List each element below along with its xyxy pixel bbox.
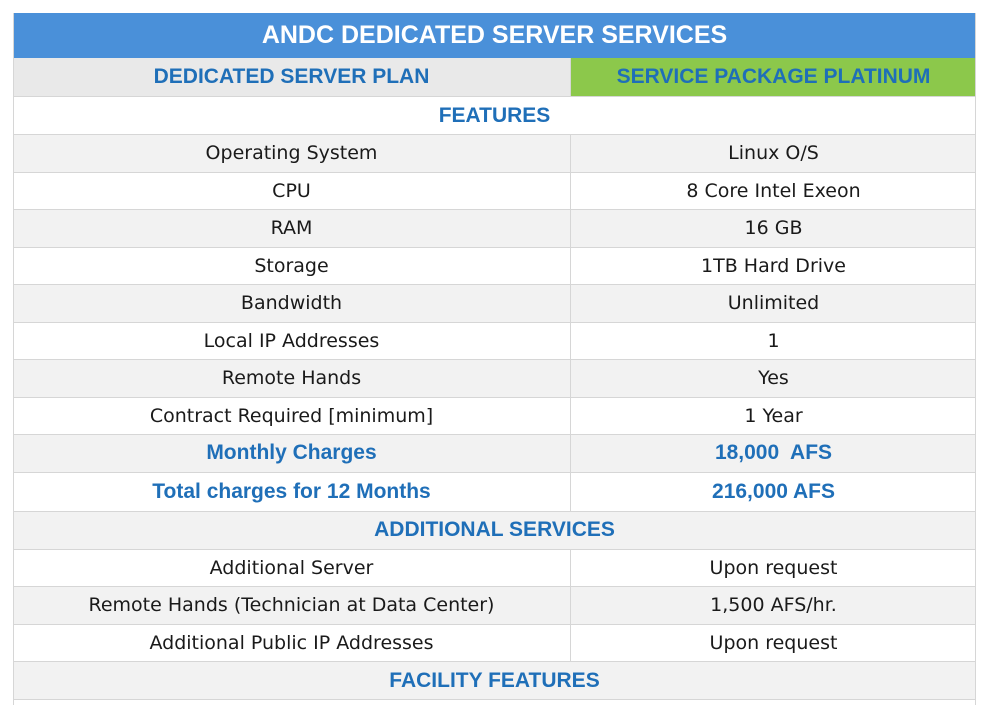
section-additional-services: ADDITIONAL SERVICES <box>13 511 976 550</box>
service-label: Additional Server <box>13 549 571 586</box>
table-row: Storage 1TB Hard Drive <box>13 247 976 285</box>
table-row: Additional Public IP Addresses Upon requ… <box>13 624 976 662</box>
service-value: 1,500 AFS/hr. <box>710 594 837 617</box>
charge-row-total: Total charges for 12 Months 216,000 AFS <box>13 472 976 512</box>
charge-row-monthly: Monthly Charges 18,000 AFS <box>13 435 976 473</box>
page-title: ANDC DEDICATED SERVER SERVICES <box>261 21 728 49</box>
section-title-facility-features: FACILITY FEATURES <box>389 668 600 692</box>
feature-label: RAM <box>13 210 571 247</box>
charge-value: 216,000 AFS <box>712 479 835 503</box>
feature-value: 16 GB <box>744 217 803 240</box>
feature-value: Linux O/S <box>728 142 819 165</box>
charge-label: Monthly Charges <box>13 435 571 472</box>
feature-label: Operating System <box>13 135 571 172</box>
table-row: Operating System Linux O/S <box>13 135 976 173</box>
feature-label: CPU <box>13 172 571 209</box>
table-row: Bandwidth Unlimited <box>13 285 976 323</box>
section-features: FEATURES <box>13 97 976 135</box>
feature-value: 1TB Hard Drive <box>701 254 846 277</box>
service-value: Upon request <box>709 556 838 579</box>
title-row: ANDC DEDICATED SERVER SERVICES <box>13 13 976 58</box>
feature-label: Local IP Addresses <box>13 322 571 359</box>
feature-label: Remote Hands <box>13 360 571 397</box>
pricing-table: ANDC DEDICATED SERVER SERVICES DEDICATED… <box>13 13 976 700</box>
feature-label: Storage <box>13 247 571 284</box>
section-title-additional-services: ADDITIONAL SERVICES <box>374 518 615 541</box>
table-row: RAM 16 GB <box>13 210 976 248</box>
feature-value: Unlimited <box>727 292 820 315</box>
section-facility-features: FACILITY FEATURES <box>13 662 976 700</box>
table-row: Additional Server Upon request <box>13 549 976 587</box>
service-value: Upon request <box>709 631 838 654</box>
package-header: SERVICE PACKAGE PLATINUM <box>571 58 976 96</box>
table-row: Remote Hands Yes <box>13 360 976 398</box>
service-label: Remote Hands (Technician at Data Center) <box>13 587 571 624</box>
service-label: Additional Public IP Addresses <box>13 624 571 661</box>
table-row: CPU 8 Core Intel Exeon <box>13 172 976 210</box>
table-row: Local IP Addresses 1 <box>13 322 976 360</box>
feature-value: Yes <box>758 367 789 390</box>
feature-label: Bandwidth <box>13 285 571 322</box>
charge-label: Total charges for 12 Months <box>13 472 571 511</box>
section-title-features: FEATURES <box>438 103 551 127</box>
feature-value: 1 Year <box>744 404 803 427</box>
table-row: Remote Hands (Technician at Data Center)… <box>13 587 976 625</box>
feature-value: 1 <box>767 329 780 352</box>
feature-label: Contract Required [minimum] <box>13 397 571 434</box>
charge-value: 18,000 AFS <box>714 441 833 465</box>
feature-value: 8 Core Intel Exeon <box>686 179 861 202</box>
plan-header-row: DEDICATED SERVER PLAN SERVICE PACKAGE PL… <box>13 58 976 97</box>
table-row: Contract Required [minimum] 1 Year <box>13 397 976 435</box>
plan-header: DEDICATED SERVER PLAN <box>13 58 571 96</box>
